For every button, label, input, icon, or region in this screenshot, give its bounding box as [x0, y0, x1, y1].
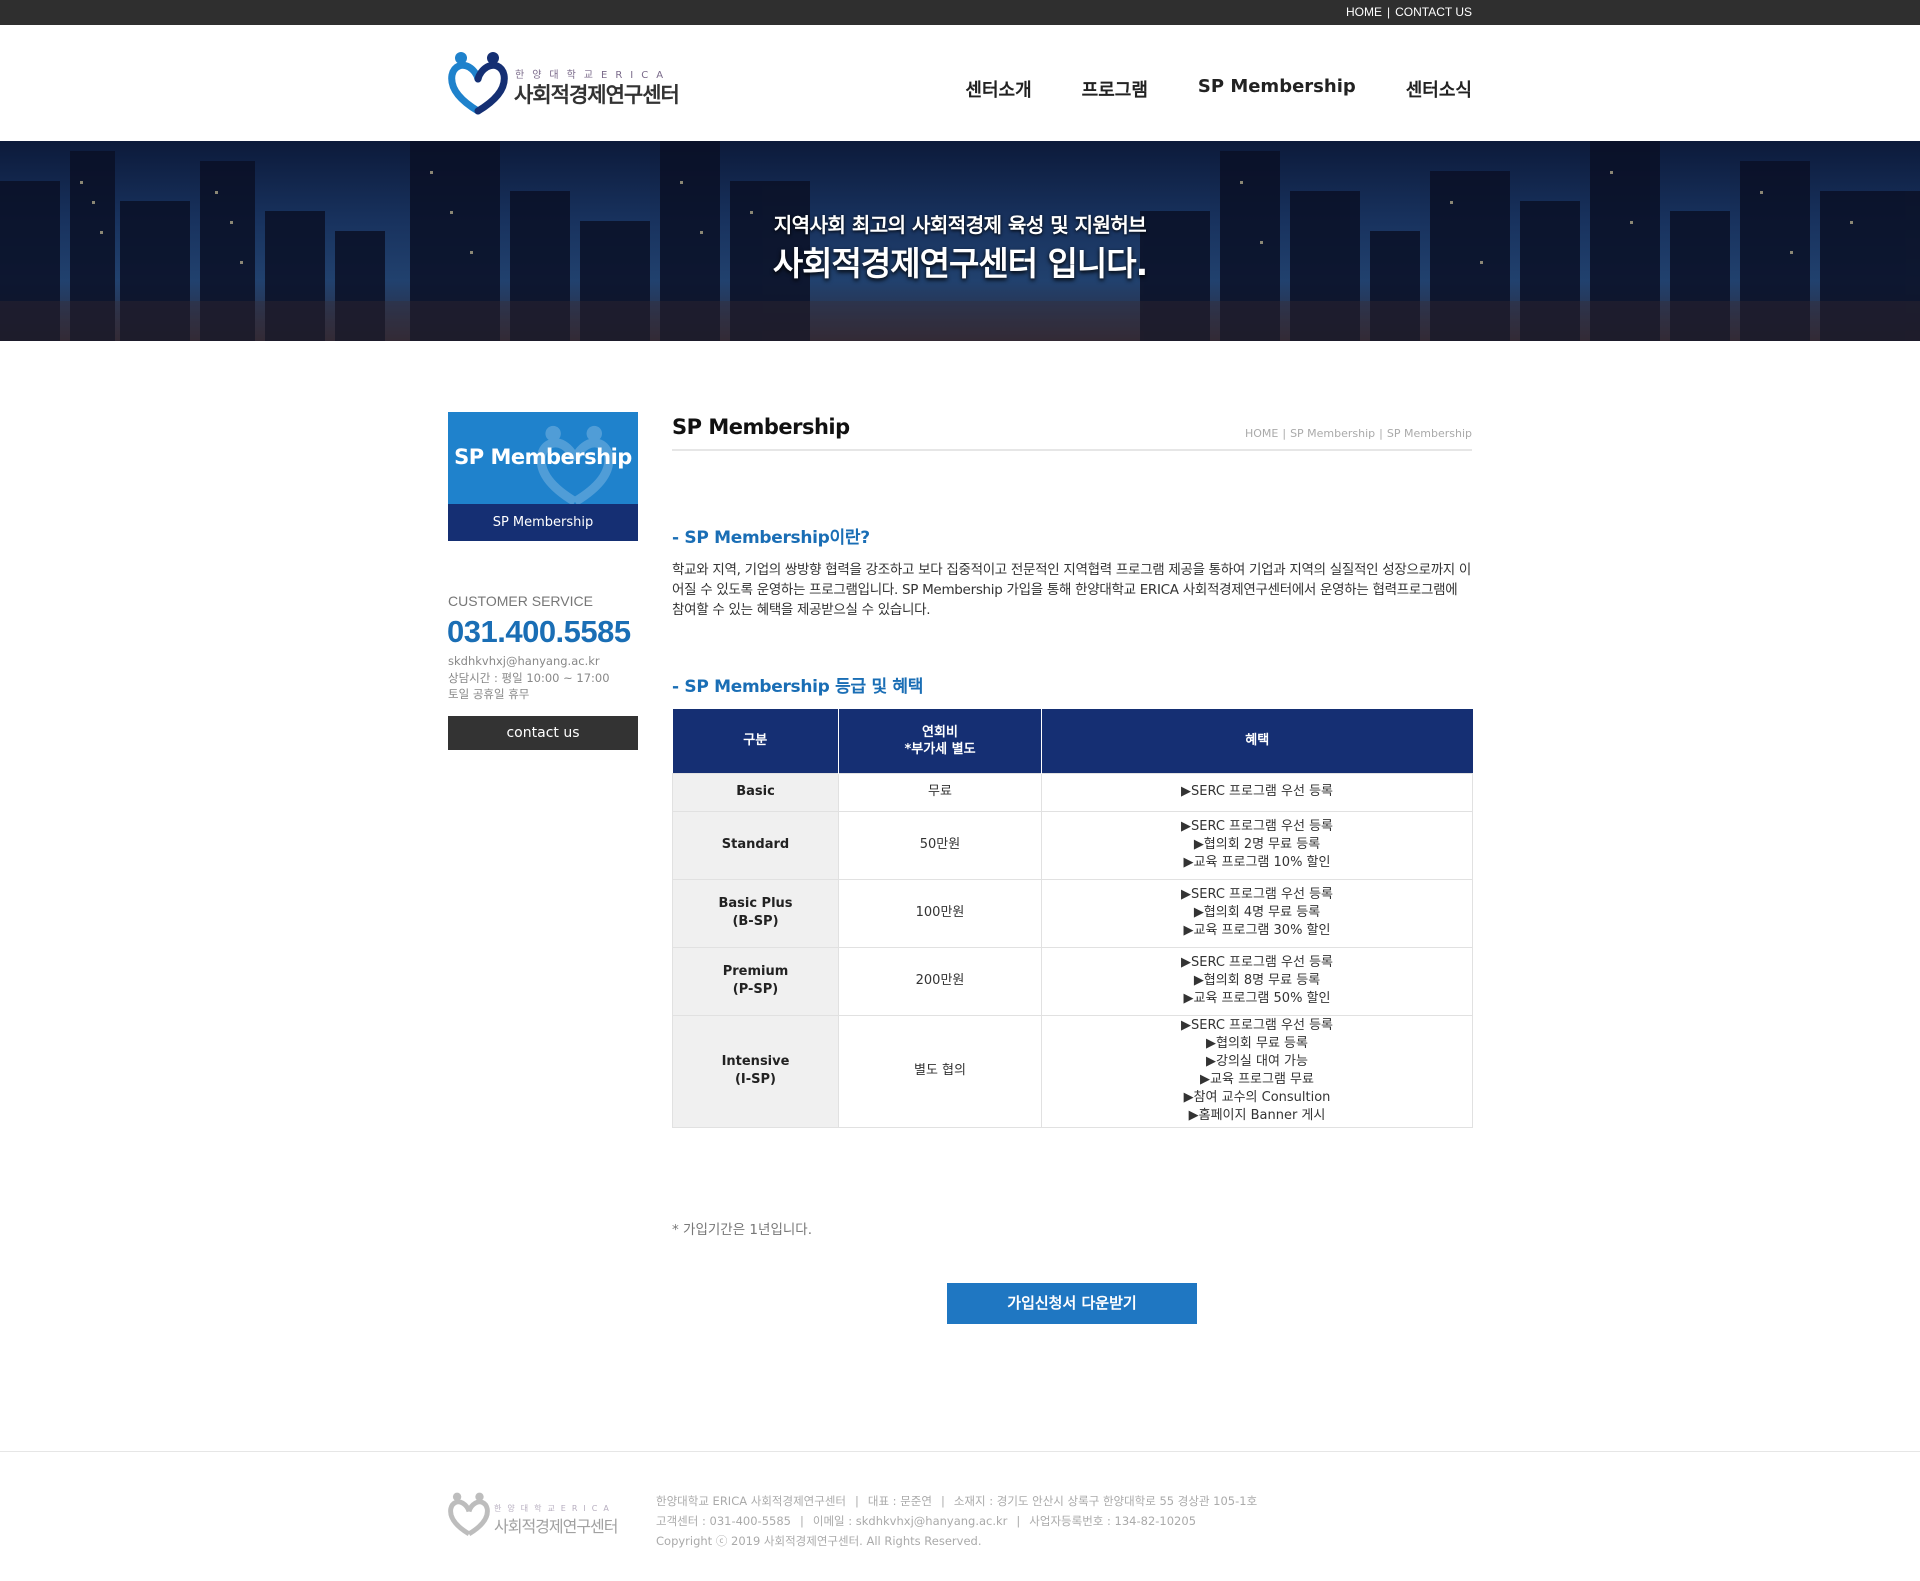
contact-us-link[interactable]: CONTACT US [1395, 5, 1472, 19]
benefits-cell: ▶SERC 프로그램 우선 등록 ▶협의회 8명 무료 등록 ▶교육 프로그램 50… [1041, 946, 1473, 1016]
nav-center-intro[interactable]: 센터소개 [965, 76, 1031, 102]
customer-service-email: skdhkvhxj@hanyang.ac.kr [448, 654, 600, 668]
header: 한양대학교ERICA 사회적경제연구센터 센터소개 프로그램 SP Member… [0, 25, 1920, 141]
section-title-grades: - SP Membership 등급 및 혜택 [672, 677, 924, 697]
hero-banner: 지역사회 최고의 사회적경제 육성 및 지원허브 사회적경제연구센터 입니다. [0, 141, 1920, 341]
header-grade: 구분 [672, 709, 839, 773]
hero-headline: 사회적경제연구센터 입니다. [772, 244, 1148, 283]
fee-cell: 100만원 [838, 878, 1042, 948]
sidebar-banner-title: SP Membership [454, 445, 632, 469]
contact-us-button[interactable]: contact us [448, 716, 638, 750]
breadcrumb-level1[interactable]: SP Membership [1290, 427, 1375, 440]
benefits-cell: ▶SERC 프로그램 우선 등록 [1041, 772, 1473, 812]
grade-cell: Premium (P-SP) [672, 946, 839, 1016]
benefits-cell: ▶SERC 프로그램 우선 등록 ▶협의회 4명 무료 등록 ▶교육 프로그램 30… [1041, 878, 1473, 948]
sidebar-menu-sp-membership[interactable]: SP Membership [448, 504, 638, 541]
membership-period-note: * 가입기간은 1년입니다. [672, 1222, 812, 1238]
footer-copyright: Copyright ⓒ 2019 사회적경제연구센터. All Rights R… [656, 1534, 982, 1548]
nav-program[interactable]: 프로그램 [1082, 76, 1148, 102]
footer-line-1: 한양대학교 ERICA 사회적경제연구센터 | 대표 : 문준연 | 소재지 : 경기도… [656, 1494, 1258, 1508]
breadcrumb: HOME | SP Membership | SP Membership [1244, 427, 1472, 440]
grade-cell: Standard [672, 810, 839, 880]
page-title: SP Membership [672, 415, 850, 439]
home-link[interactable]: HOME [1346, 5, 1382, 19]
table-row: Intensive (I-SP) 별도 협의 ▶SERC 프로그램 우선 등록 ▶협의회… [672, 1014, 1473, 1128]
sidebar-banner: SP Membership SP Membership [448, 412, 638, 541]
intro-paragraph: 학교와 지역, 기업의 쌍방향 협력을 강조하고 보다 집중적이고 전문적인 지… [672, 562, 1472, 618]
top-bar: HOME | CONTACT US [0, 0, 1920, 25]
hero-tagline: 지역사회 최고의 사회적경제 육성 및 지원허브 [773, 213, 1147, 237]
main-nav: 센터소개 프로그램 SP Membership 센터소식 [965, 76, 1472, 102]
fee-cell: 별도 협의 [838, 1014, 1042, 1128]
customer-service-info: skdhkvhxj@hanyang.ac.kr 상담시간 : 평일 10:00 … [448, 653, 610, 703]
customer-service-phone: 031.400.5585 [447, 614, 631, 649]
table-row: Premium (P-SP) 200만원 ▶SERC 프로그램 우선 등록 ▶협의회 8… [672, 946, 1473, 1016]
grade-cell: Basic [672, 772, 839, 812]
footer-info: 한양대학교 ERICA 사회적경제연구센터 | 대표 : 문준연 | 소재지 : 경기도… [656, 1491, 1257, 1551]
breadcrumb-level2[interactable]: SP Membership [1387, 427, 1472, 440]
footer-logo-heart-icon [448, 1492, 490, 1537]
table-row: Basic 무료 ▶SERC 프로그램 우선 등록 [672, 772, 1473, 812]
footer-line-2: 고객센터 : 031-400-5585 | 이메일 : skdhkvhxj@hany… [656, 1514, 1197, 1528]
fee-cell: 200만원 [838, 946, 1042, 1016]
grade-cell: Intensive (I-SP) [672, 1014, 839, 1128]
logo-title: 사회적경제연구센터 [514, 83, 680, 107]
fee-cell: 50만원 [838, 810, 1042, 880]
logo-heart-icon [448, 52, 508, 115]
nav-sp-membership[interactable]: SP Membership [1198, 76, 1356, 102]
benefits-cell: ▶SERC 프로그램 우선 등록 ▶협의회 무료 등록 ▶강의실 대여 가능 ▶교육 … [1041, 1014, 1473, 1128]
grade-cell: Basic Plus (B-SP) [672, 878, 839, 948]
footer-logo-title: 사회적경제연구센터 [494, 1517, 618, 1536]
customer-service-hours: 상담시간 : 평일 10:00 ~ 17:00 [448, 670, 610, 685]
site-logo[interactable]: 한양대학교ERICA 사회적경제연구센터 [448, 49, 698, 119]
download-application-button[interactable]: 가입신청서 다운받기 [947, 1283, 1197, 1324]
table-row: Basic Plus (B-SP) 100만원 ▶SERC 프로그램 우선 등록 ▶협의… [672, 878, 1473, 948]
table-header-row: 구분 연회비 *부가세 별도 혜택 [672, 709, 1473, 773]
header-fee: 연회비 *부가세 별도 [838, 709, 1042, 773]
table-row: Standard 50만원 ▶SERC 프로그램 우선 등록 ▶협의회 2명 무료 등… [672, 810, 1473, 880]
breadcrumb-home[interactable]: HOME [1245, 427, 1278, 440]
nav-center-news[interactable]: 센터소식 [1406, 76, 1472, 102]
customer-service-label: CUSTOMER SERVICE [448, 593, 593, 609]
header-benefits: 혜택 [1041, 709, 1473, 773]
footer-logo: 한양대학교ERICA 사회적경제연구센터 [448, 1490, 638, 1545]
section-title-about: - SP Membership이란? [672, 528, 870, 548]
benefits-cell: ▶SERC 프로그램 우선 등록 ▶협의회 2명 무료 등록 ▶교육 프로그램 10… [1041, 810, 1473, 880]
footer-divider [0, 1451, 1920, 1452]
title-divider [672, 449, 1472, 451]
membership-table: 구분 연회비 *부가세 별도 혜택 Basic 무료 ▶SERC 프로그램 우선 등록… [672, 709, 1473, 1128]
customer-service-closed: 토일 공휴일 휴무 [448, 687, 530, 701]
fee-cell: 무료 [838, 772, 1042, 812]
top-links: HOME | CONTACT US [1345, 5, 1472, 19]
